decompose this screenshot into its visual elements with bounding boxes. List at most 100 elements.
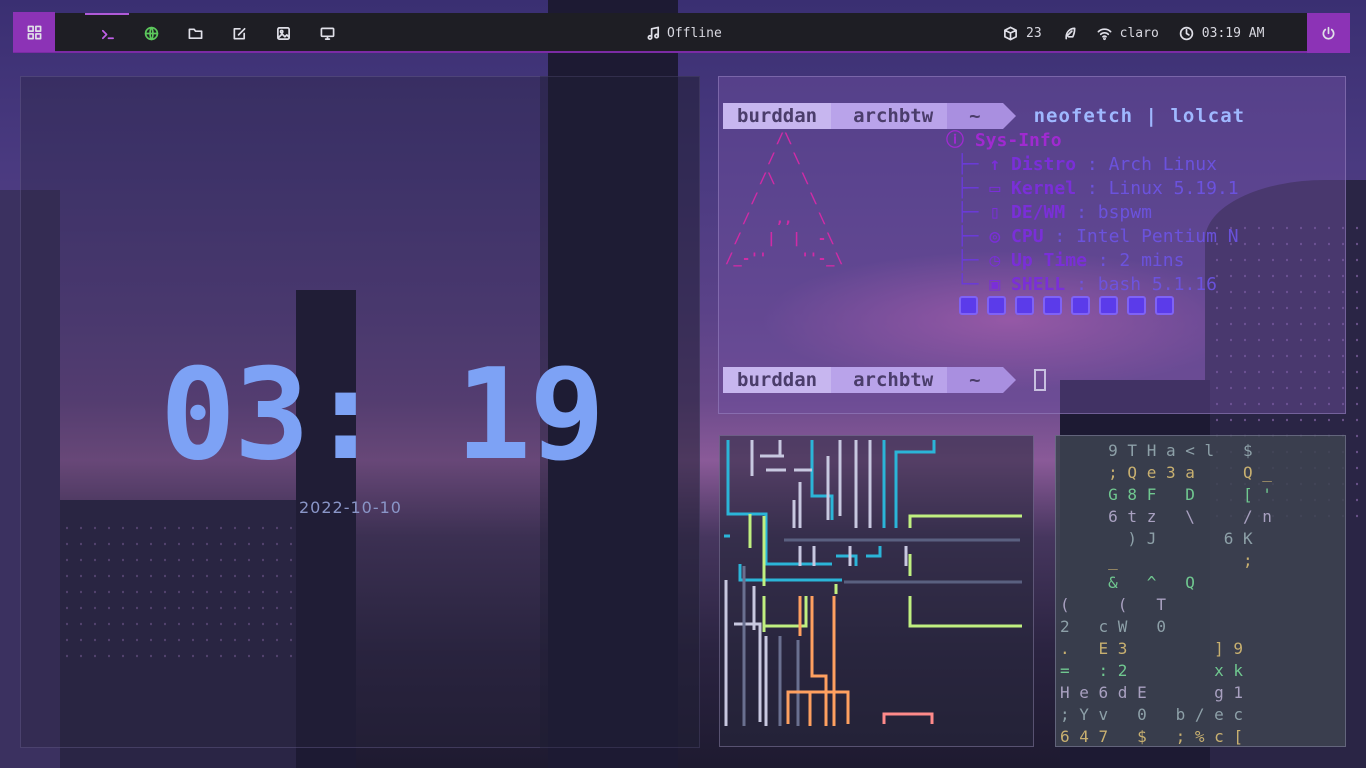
workspace-browser[interactable] xyxy=(129,13,173,53)
monitor-icon: ▣ xyxy=(989,274,1012,295)
matrix-row: _ ; xyxy=(1060,551,1253,570)
power-button[interactable] xyxy=(1307,13,1350,53)
sysinfo-value: bash 5.1.16 xyxy=(1097,274,1217,295)
sysinfo-key: Kernel xyxy=(1011,178,1077,199)
system-tray: 23 claro 03:19 AM xyxy=(1003,13,1284,53)
tree-branch: ├─ xyxy=(946,154,990,175)
terminal-command: neofetch | lolcat xyxy=(1033,105,1246,127)
music-status[interactable]: Offline xyxy=(646,13,722,53)
terminal-window[interactable]: burddan archbtw ~ neofetch | lolcat /\ /… xyxy=(718,76,1346,414)
topbar-time: 03:19 AM xyxy=(1201,25,1265,41)
phone-icon: ▯ xyxy=(989,202,1012,223)
prompt-host: archbtw xyxy=(831,367,948,393)
feather-icon xyxy=(1065,27,1076,39)
sysinfo-value: Linux 5.19.1 xyxy=(1108,178,1239,199)
color-block xyxy=(1099,296,1118,315)
matrix-row: = : 2 x k xyxy=(1060,661,1244,680)
sysinfo-separator: : xyxy=(1076,154,1109,175)
sysinfo-separator: : xyxy=(1065,274,1098,295)
prompt-host: archbtw xyxy=(831,103,948,129)
prompt-dir: ~ xyxy=(947,367,1003,393)
image-icon xyxy=(276,26,290,40)
workspace-terminal[interactable] xyxy=(85,13,129,53)
tree-branch: ├─ xyxy=(946,178,990,199)
sysinfo-row: ├─ ▯ DE/WM : bspwm xyxy=(946,201,1239,225)
feather-indicator[interactable] xyxy=(1062,26,1077,41)
package-icon xyxy=(1004,26,1017,40)
prompt: burddan archbtw ~ xyxy=(723,367,1046,393)
matrix-row: 2 c W 0 xyxy=(1060,617,1166,636)
music-status-label: Offline xyxy=(667,25,722,41)
prompt-arrow xyxy=(1002,367,1016,393)
matrix-terminal[interactable]: 9 T H a < l $ ; Q e 3 a Q _ G 8 F D [ ' … xyxy=(1055,435,1346,747)
sysinfo-title: Sys-Info xyxy=(974,130,1062,151)
sysinfo-value: Intel Pentium N xyxy=(1076,226,1239,247)
sysinfo-key: Distro xyxy=(1011,154,1077,175)
sysinfo-key: DE/WM xyxy=(1011,202,1066,223)
color-block xyxy=(1127,296,1146,315)
grid-icon xyxy=(27,25,41,39)
clock-indicator[interactable]: 03:19 AM xyxy=(1179,25,1265,41)
matrix-row: ; Y v 0 b / e c xyxy=(1060,705,1244,724)
matrix-row: ; Q e 3 a Q _ xyxy=(1060,463,1272,482)
pipes-terminal[interactable] xyxy=(719,435,1034,747)
top-bar: Offline 23 claro 03:19 AM xyxy=(13,12,1350,53)
sysinfo-block: ⓘ Sys-Info ├─ ↑ Distro : Arch Linux ├─ ▭… xyxy=(946,129,1239,297)
wifi-network-name: claro xyxy=(1119,25,1159,41)
prompt-arrow xyxy=(1002,103,1016,129)
sysinfo-value: 2 mins xyxy=(1119,250,1185,271)
matrix-row: H e 6 d E g 1 xyxy=(1060,683,1244,702)
globe-icon xyxy=(144,26,158,40)
workspace-editor[interactable] xyxy=(217,13,261,53)
sysinfo-row: ├─ ◎ CPU : Intel Pentium N xyxy=(946,225,1239,249)
sysinfo-row: ├─ ▭ Kernel : Linux 5.19.1 xyxy=(946,177,1239,201)
matrix-row: 6 t z \ / n xyxy=(1060,507,1272,526)
terminal-icon xyxy=(101,29,114,39)
tree-branch: └─ xyxy=(946,274,990,295)
matrix-row: ) J 6 K xyxy=(1060,529,1253,548)
sysinfo-header: ⓘ Sys-Info xyxy=(946,129,1239,153)
folder-icon xyxy=(188,27,202,39)
color-block xyxy=(987,296,1006,315)
power-icon xyxy=(1322,26,1335,40)
sysinfo-separator: : xyxy=(1086,250,1120,271)
color-block xyxy=(1043,296,1062,315)
sysinfo-key: SHELL xyxy=(1011,274,1066,295)
prompt: burddan archbtw ~ neofetch | lolcat xyxy=(723,103,1245,129)
matrix-row: & ^ Q xyxy=(1060,573,1195,592)
matrix-row: ( ( T xyxy=(1060,595,1166,614)
updates-count: 23 xyxy=(1026,25,1042,41)
edit-icon xyxy=(233,27,245,39)
music-note-icon xyxy=(647,26,660,40)
updates-indicator[interactable]: 23 xyxy=(1003,26,1042,41)
sysinfo-separator: : xyxy=(1065,202,1098,223)
matrix-row: . E 3 ] 9 xyxy=(1060,639,1244,658)
color-block xyxy=(1155,296,1174,315)
prompt-user: burddan xyxy=(723,367,832,393)
sysinfo-row: ├─ ◷ Up Time : 2 mins xyxy=(946,249,1239,273)
wifi-icon xyxy=(1097,27,1112,40)
sysinfo-value: bspwm xyxy=(1097,202,1152,223)
clock-time: 03: 19 xyxy=(160,341,605,488)
apps-launcher-button[interactable] xyxy=(13,12,55,52)
sysinfo-key: CPU xyxy=(1011,226,1044,247)
prompt-user: burddan xyxy=(723,103,832,129)
tree-branch: ├─ xyxy=(946,202,990,223)
sysinfo-key: Up Time xyxy=(1011,250,1087,271)
monitor-icon xyxy=(320,27,334,40)
text-cursor xyxy=(1033,369,1046,391)
sysinfo-value: Arch Linux xyxy=(1108,154,1217,175)
color-block xyxy=(959,296,978,315)
wifi-indicator[interactable]: claro xyxy=(1097,26,1159,41)
workspace-images[interactable] xyxy=(261,13,305,53)
matrix-row: G 8 F D [ ' xyxy=(1060,485,1272,504)
sysinfo-separator: : xyxy=(1043,226,1077,247)
workspace-files[interactable] xyxy=(173,13,217,53)
color-block xyxy=(1015,296,1034,315)
sysinfo-row: └─ ▣ SHELL : bash 5.1.16 xyxy=(946,273,1239,297)
workspace-display[interactable] xyxy=(305,13,349,53)
cpu-icon: ◎ xyxy=(989,226,1012,247)
matrix-row: 9 T H a < l $ xyxy=(1060,441,1253,460)
matrix-row: 6 4 7 $ ; % c [ xyxy=(1060,727,1244,746)
arch-logo-ascii: /\ / \ /\ \ / \ / ,, \ / | | -\ /_-'' ''… xyxy=(725,131,844,267)
